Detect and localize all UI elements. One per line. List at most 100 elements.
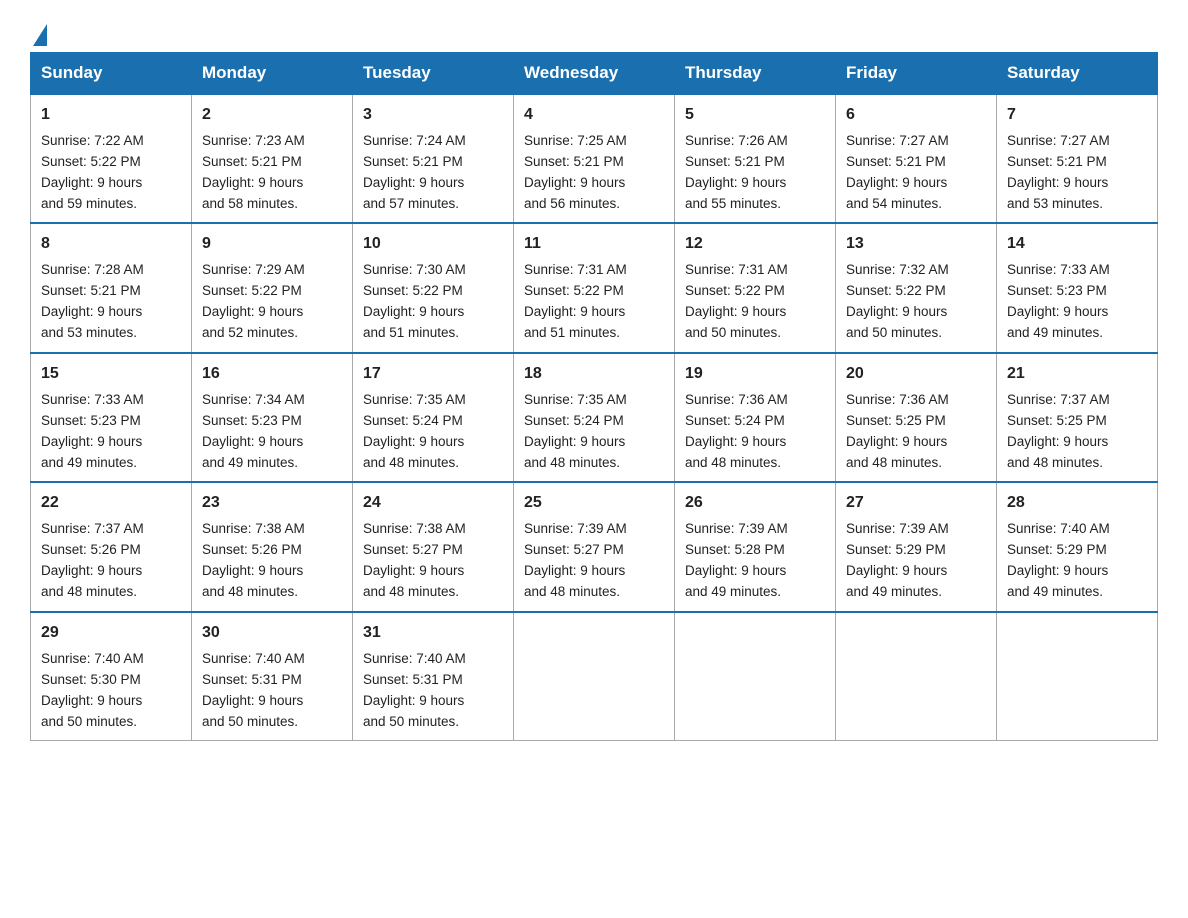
day-number: 28 [1007,491,1147,516]
calendar-week-row: 29 Sunrise: 7:40 AMSunset: 5:30 PMDaylig… [31,612,1158,741]
calendar-day-cell: 1 Sunrise: 7:22 AMSunset: 5:22 PMDayligh… [31,94,192,223]
day-info: Sunrise: 7:40 AMSunset: 5:29 PMDaylight:… [1007,521,1110,599]
calendar-table: SundayMondayTuesdayWednesdayThursdayFrid… [30,52,1158,741]
day-number: 14 [1007,232,1147,257]
day-info: Sunrise: 7:33 AMSunset: 5:23 PMDaylight:… [41,392,144,470]
day-number: 25 [524,491,664,516]
calendar-day-cell: 30 Sunrise: 7:40 AMSunset: 5:31 PMDaylig… [192,612,353,741]
calendar-day-cell: 31 Sunrise: 7:40 AMSunset: 5:31 PMDaylig… [353,612,514,741]
calendar-day-cell: 17 Sunrise: 7:35 AMSunset: 5:24 PMDaylig… [353,353,514,482]
day-header-row: SundayMondayTuesdayWednesdayThursdayFrid… [31,53,1158,95]
calendar-day-cell [997,612,1158,741]
day-number: 7 [1007,103,1147,128]
day-of-week-header: Friday [836,53,997,95]
calendar-day-cell: 13 Sunrise: 7:32 AMSunset: 5:22 PMDaylig… [836,223,997,352]
day-number: 29 [41,621,181,646]
logo-top [30,20,47,46]
calendar-week-row: 22 Sunrise: 7:37 AMSunset: 5:26 PMDaylig… [31,482,1158,611]
calendar-week-row: 15 Sunrise: 7:33 AMSunset: 5:23 PMDaylig… [31,353,1158,482]
day-info: Sunrise: 7:31 AMSunset: 5:22 PMDaylight:… [685,262,788,340]
day-info: Sunrise: 7:40 AMSunset: 5:31 PMDaylight:… [363,651,466,729]
calendar-body: 1 Sunrise: 7:22 AMSunset: 5:22 PMDayligh… [31,94,1158,741]
day-info: Sunrise: 7:33 AMSunset: 5:23 PMDaylight:… [1007,262,1110,340]
page-header [30,20,1158,42]
day-info: Sunrise: 7:39 AMSunset: 5:28 PMDaylight:… [685,521,788,599]
day-number: 21 [1007,362,1147,387]
day-info: Sunrise: 7:39 AMSunset: 5:29 PMDaylight:… [846,521,949,599]
day-info: Sunrise: 7:38 AMSunset: 5:27 PMDaylight:… [363,521,466,599]
day-of-week-header: Tuesday [353,53,514,95]
day-info: Sunrise: 7:27 AMSunset: 5:21 PMDaylight:… [846,133,949,211]
day-number: 27 [846,491,986,516]
day-number: 17 [363,362,503,387]
day-of-week-header: Saturday [997,53,1158,95]
calendar-day-cell: 2 Sunrise: 7:23 AMSunset: 5:21 PMDayligh… [192,94,353,223]
calendar-week-row: 8 Sunrise: 7:28 AMSunset: 5:21 PMDayligh… [31,223,1158,352]
day-number: 18 [524,362,664,387]
day-number: 8 [41,232,181,257]
day-info: Sunrise: 7:30 AMSunset: 5:22 PMDaylight:… [363,262,466,340]
calendar-day-cell: 19 Sunrise: 7:36 AMSunset: 5:24 PMDaylig… [675,353,836,482]
day-number: 10 [363,232,503,257]
calendar-week-row: 1 Sunrise: 7:22 AMSunset: 5:22 PMDayligh… [31,94,1158,223]
day-number: 11 [524,232,664,257]
calendar-day-cell: 18 Sunrise: 7:35 AMSunset: 5:24 PMDaylig… [514,353,675,482]
day-number: 20 [846,362,986,387]
day-number: 16 [202,362,342,387]
day-info: Sunrise: 7:35 AMSunset: 5:24 PMDaylight:… [524,392,627,470]
logo [30,20,47,42]
day-number: 15 [41,362,181,387]
calendar-day-cell [514,612,675,741]
calendar-day-cell: 29 Sunrise: 7:40 AMSunset: 5:30 PMDaylig… [31,612,192,741]
calendar-day-cell: 20 Sunrise: 7:36 AMSunset: 5:25 PMDaylig… [836,353,997,482]
calendar-day-cell: 28 Sunrise: 7:40 AMSunset: 5:29 PMDaylig… [997,482,1158,611]
calendar-day-cell: 22 Sunrise: 7:37 AMSunset: 5:26 PMDaylig… [31,482,192,611]
calendar-day-cell: 12 Sunrise: 7:31 AMSunset: 5:22 PMDaylig… [675,223,836,352]
calendar-day-cell: 24 Sunrise: 7:38 AMSunset: 5:27 PMDaylig… [353,482,514,611]
calendar-day-cell: 27 Sunrise: 7:39 AMSunset: 5:29 PMDaylig… [836,482,997,611]
calendar-day-cell: 5 Sunrise: 7:26 AMSunset: 5:21 PMDayligh… [675,94,836,223]
day-info: Sunrise: 7:24 AMSunset: 5:21 PMDaylight:… [363,133,466,211]
day-number: 19 [685,362,825,387]
calendar-header: SundayMondayTuesdayWednesdayThursdayFrid… [31,53,1158,95]
day-info: Sunrise: 7:37 AMSunset: 5:25 PMDaylight:… [1007,392,1110,470]
day-info: Sunrise: 7:23 AMSunset: 5:21 PMDaylight:… [202,133,305,211]
day-info: Sunrise: 7:35 AMSunset: 5:24 PMDaylight:… [363,392,466,470]
calendar-day-cell: 11 Sunrise: 7:31 AMSunset: 5:22 PMDaylig… [514,223,675,352]
day-info: Sunrise: 7:26 AMSunset: 5:21 PMDaylight:… [685,133,788,211]
day-number: 5 [685,103,825,128]
day-info: Sunrise: 7:31 AMSunset: 5:22 PMDaylight:… [524,262,627,340]
day-info: Sunrise: 7:29 AMSunset: 5:22 PMDaylight:… [202,262,305,340]
day-info: Sunrise: 7:40 AMSunset: 5:31 PMDaylight:… [202,651,305,729]
day-info: Sunrise: 7:28 AMSunset: 5:21 PMDaylight:… [41,262,144,340]
calendar-day-cell: 9 Sunrise: 7:29 AMSunset: 5:22 PMDayligh… [192,223,353,352]
calendar-day-cell: 3 Sunrise: 7:24 AMSunset: 5:21 PMDayligh… [353,94,514,223]
day-of-week-header: Thursday [675,53,836,95]
calendar-day-cell: 7 Sunrise: 7:27 AMSunset: 5:21 PMDayligh… [997,94,1158,223]
day-info: Sunrise: 7:25 AMSunset: 5:21 PMDaylight:… [524,133,627,211]
day-number: 1 [41,103,181,128]
day-info: Sunrise: 7:34 AMSunset: 5:23 PMDaylight:… [202,392,305,470]
day-info: Sunrise: 7:22 AMSunset: 5:22 PMDaylight:… [41,133,144,211]
day-of-week-header: Monday [192,53,353,95]
calendar-day-cell [836,612,997,741]
day-of-week-header: Sunday [31,53,192,95]
day-of-week-header: Wednesday [514,53,675,95]
day-info: Sunrise: 7:38 AMSunset: 5:26 PMDaylight:… [202,521,305,599]
logo-triangle-icon [33,24,47,46]
day-info: Sunrise: 7:39 AMSunset: 5:27 PMDaylight:… [524,521,627,599]
calendar-day-cell: 6 Sunrise: 7:27 AMSunset: 5:21 PMDayligh… [836,94,997,223]
day-number: 4 [524,103,664,128]
day-info: Sunrise: 7:27 AMSunset: 5:21 PMDaylight:… [1007,133,1110,211]
calendar-day-cell: 10 Sunrise: 7:30 AMSunset: 5:22 PMDaylig… [353,223,514,352]
day-number: 12 [685,232,825,257]
day-number: 31 [363,621,503,646]
calendar-day-cell: 25 Sunrise: 7:39 AMSunset: 5:27 PMDaylig… [514,482,675,611]
day-number: 22 [41,491,181,516]
day-number: 30 [202,621,342,646]
calendar-day-cell: 15 Sunrise: 7:33 AMSunset: 5:23 PMDaylig… [31,353,192,482]
day-info: Sunrise: 7:40 AMSunset: 5:30 PMDaylight:… [41,651,144,729]
day-info: Sunrise: 7:37 AMSunset: 5:26 PMDaylight:… [41,521,144,599]
day-number: 2 [202,103,342,128]
calendar-day-cell: 23 Sunrise: 7:38 AMSunset: 5:26 PMDaylig… [192,482,353,611]
